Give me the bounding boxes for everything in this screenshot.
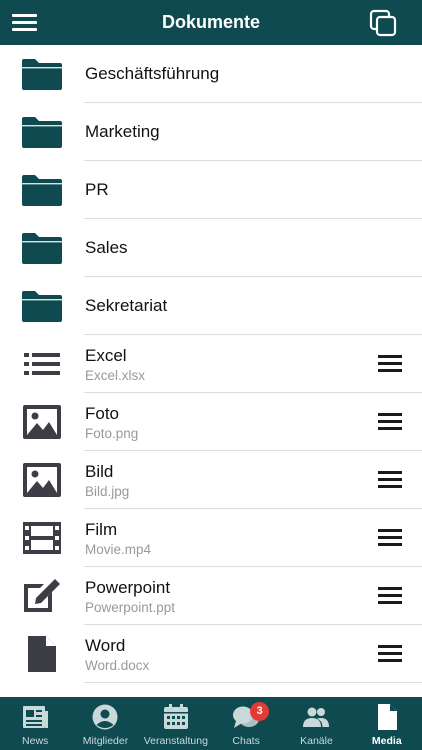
tab-veranstaltung[interactable]: Veranstaltung bbox=[141, 697, 211, 750]
calendar-icon bbox=[163, 704, 188, 729]
divider bbox=[84, 682, 422, 683]
tab-label: News bbox=[22, 735, 49, 747]
tab-label: Kanäle bbox=[300, 735, 333, 747]
folder-icon bbox=[22, 291, 62, 322]
newspaper-icon bbox=[23, 706, 49, 728]
file-title: Film bbox=[85, 520, 118, 539]
edit-icon bbox=[24, 579, 60, 612]
file-title: Word bbox=[85, 636, 126, 655]
folder-name: Sales bbox=[85, 238, 128, 257]
people-icon bbox=[303, 707, 330, 727]
document-list: Geschäftsführung Marketing PR Sales Sekr… bbox=[0, 45, 422, 683]
file-icon bbox=[377, 704, 397, 730]
tab-kanaele[interactable]: Kanäle bbox=[281, 697, 351, 750]
file-row[interactable]: Bild Bild.jpg bbox=[0, 451, 422, 509]
tab-label: Media bbox=[371, 735, 402, 747]
folder-icon bbox=[22, 59, 62, 90]
folder-row[interactable]: Geschäftsführung bbox=[0, 45, 422, 103]
file-row[interactable]: Foto Foto.png bbox=[0, 393, 422, 451]
file-row[interactable]: Excel Excel.xlsx bbox=[0, 335, 422, 393]
file-name: Movie.mp4 bbox=[85, 542, 152, 557]
options-menu-button[interactable] bbox=[376, 584, 404, 608]
account-circle-icon bbox=[92, 704, 118, 730]
folder-row[interactable]: Sekretariat bbox=[0, 277, 422, 335]
folder-row[interactable]: Marketing bbox=[0, 103, 422, 161]
image-icon bbox=[23, 463, 61, 497]
tab-label: Veranstaltung bbox=[143, 735, 208, 747]
bottom-tab-bar: News Mitglieder Veranstaltung 3 Chats Ka… bbox=[0, 697, 422, 750]
file-name: Foto.png bbox=[85, 426, 139, 441]
folder-row[interactable]: Sales bbox=[0, 219, 422, 277]
file-name: Bild.jpg bbox=[85, 484, 130, 499]
copy-icon[interactable] bbox=[369, 9, 397, 37]
file-title: Excel bbox=[85, 346, 127, 365]
folder-name: PR bbox=[85, 180, 109, 199]
film-icon bbox=[23, 522, 61, 554]
tab-news[interactable]: News bbox=[0, 697, 70, 750]
tab-label: Chats bbox=[232, 735, 260, 747]
app-header: Dokumente bbox=[0, 0, 422, 45]
unread-badge: 3 bbox=[250, 702, 270, 721]
tab-mitglieder[interactable]: Mitglieder bbox=[70, 697, 140, 750]
options-menu-button[interactable] bbox=[376, 642, 404, 666]
file-name: Excel.xlsx bbox=[85, 368, 146, 383]
folder-name: Marketing bbox=[85, 122, 160, 141]
document-icon bbox=[28, 636, 56, 672]
tab-media[interactable]: Media bbox=[352, 697, 422, 750]
image-icon bbox=[23, 405, 61, 439]
options-menu-button[interactable] bbox=[376, 468, 404, 492]
options-menu-button[interactable] bbox=[376, 526, 404, 550]
options-menu-button[interactable] bbox=[376, 352, 404, 376]
folder-icon bbox=[22, 233, 62, 264]
folder-icon bbox=[22, 175, 62, 206]
options-menu-button[interactable] bbox=[376, 410, 404, 434]
folder-name: Geschäftsführung bbox=[85, 64, 220, 83]
folder-icon bbox=[22, 117, 62, 148]
file-row[interactable]: Film Movie.mp4 bbox=[0, 509, 422, 567]
tab-label: Mitglieder bbox=[82, 735, 129, 747]
file-title: Foto bbox=[85, 404, 120, 423]
file-name: Word.docx bbox=[85, 658, 150, 673]
file-name: Powerpoint.ppt bbox=[85, 600, 176, 615]
folder-name: Sekretariat bbox=[85, 296, 168, 315]
file-title: Bild bbox=[85, 462, 114, 481]
page-title: Dokumente bbox=[161, 12, 260, 32]
tab-chats[interactable]: 3 Chats bbox=[211, 697, 281, 750]
hamburger-menu-button[interactable] bbox=[12, 10, 38, 34]
file-row[interactable]: Word Word.docx bbox=[0, 625, 422, 683]
file-title: Powerpoint bbox=[85, 578, 171, 597]
folder-row[interactable]: PR bbox=[0, 161, 422, 219]
list-icon bbox=[24, 353, 60, 375]
file-row[interactable]: Powerpoint Powerpoint.ppt bbox=[0, 567, 422, 625]
